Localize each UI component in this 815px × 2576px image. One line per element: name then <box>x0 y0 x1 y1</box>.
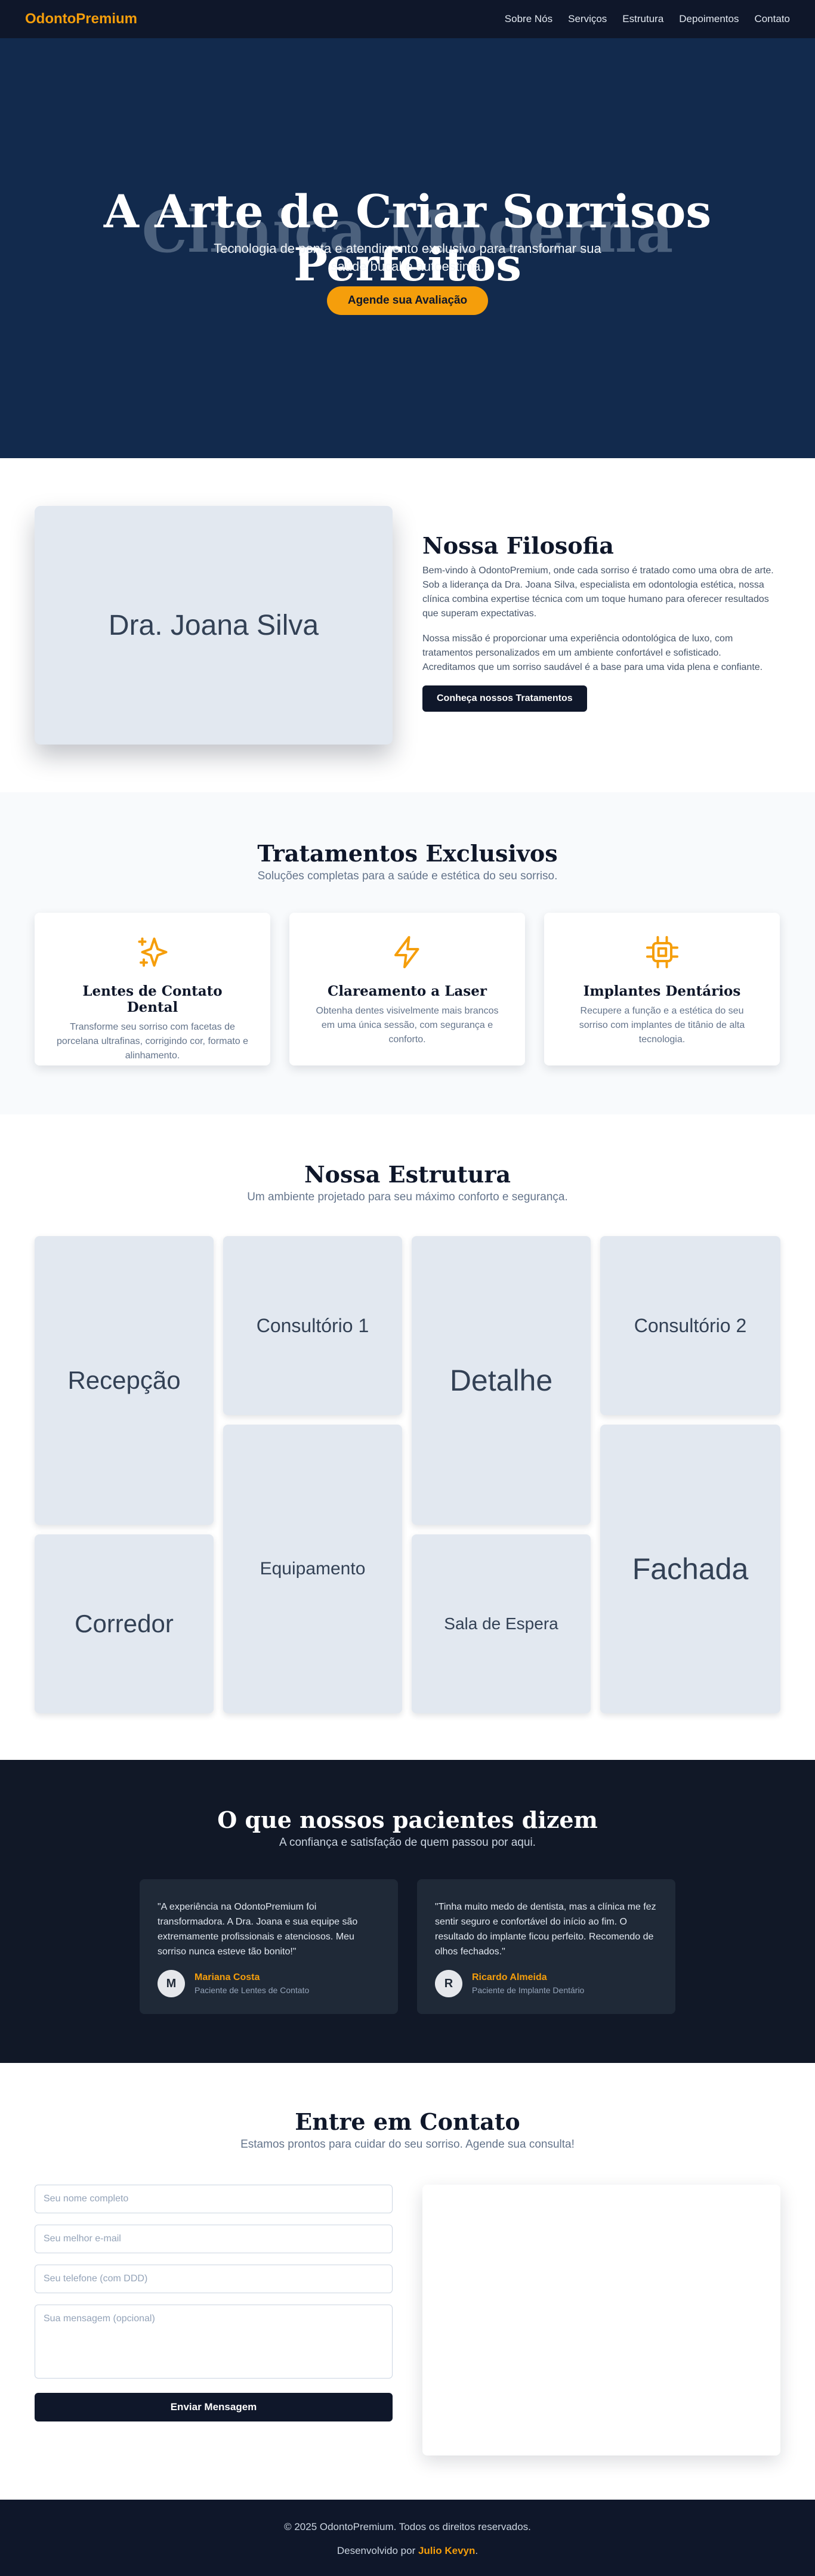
gallery-tile-facade[interactable]: Fachada <box>600 1425 780 1713</box>
treatments-subtitle: Soluções completas para a saúde e estéti… <box>257 870 558 882</box>
name-field[interactable] <box>35 2185 393 2213</box>
contact-title: Entre em Contato <box>295 2108 520 2135</box>
treatments-title: Tratamentos Exclusivos <box>257 840 558 867</box>
message-field[interactable] <box>35 2305 393 2379</box>
structure-subtitle: Um ambiente projetado para seu máximo co… <box>247 1191 568 1203</box>
chip-icon <box>646 936 678 968</box>
contact-subtitle: Estamos prontos para cuidar do seu sorri… <box>240 2138 575 2151</box>
about-paragraph-2: Nossa missão é proporcionar uma experiên… <box>422 634 763 672</box>
author-link[interactable]: Julio Kevyn <box>418 2545 475 2556</box>
doctor-photo-placeholder: Dra. Joana Silva <box>35 506 393 745</box>
nav-link-contato[interactable]: Contato <box>754 13 790 25</box>
treatments-button[interactable]: Conheça nossos Tratamentos <box>422 685 587 712</box>
testimonial-card: "A experiência na OdontoPremium foi tran… <box>140 1879 398 2014</box>
avatar: R <box>435 1970 462 1997</box>
author-role: Paciente de Implante Dentário <box>472 1985 585 1995</box>
structure-section: Nossa Estrutura Um ambiente projetado pa… <box>0 1114 815 1760</box>
nav-link-sobre[interactable]: Sobre Nós <box>505 13 552 25</box>
testimonial-quote: "A experiência na OdontoPremium foi tran… <box>158 1902 358 1957</box>
gallery-tile-waiting-room[interactable]: Sala de Espera <box>412 1534 591 1713</box>
treatment-card: Implantes Dentários Recupere a função e … <box>544 913 780 1065</box>
email-field[interactable] <box>35 2225 393 2253</box>
testimonials-section: O que nossos pacientes dizem A confiança… <box>0 1760 815 2063</box>
contact-section: Entre em Contato Estamos prontos para cu… <box>0 2063 815 2500</box>
author-role: Paciente de Lentes de Contato <box>195 1985 310 1995</box>
gallery-tile-office-2[interactable]: Consultório 2 <box>600 1236 780 1415</box>
top-navbar: OdontoPremium Sobre Nós Serviços Estrutu… <box>0 0 815 38</box>
author-name: Mariana Costa <box>195 1972 260 1982</box>
nav-links: Sobre Nós Serviços Estrutura Depoimentos… <box>505 13 790 25</box>
treatment-cards: Lentes de Contato Dental Transforme seu … <box>35 913 780 1065</box>
schedule-evaluation-button[interactable]: Agende sua Avaliação <box>327 286 488 315</box>
brand-logo[interactable]: OdontoPremium <box>25 11 137 27</box>
testimonial-author: R Ricardo Almeida Paciente de Implante D… <box>435 1970 657 1997</box>
testimonial-card: "Tinha muito medo de dentista, mas a clí… <box>417 1879 675 2014</box>
structure-title: Nossa Estrutura <box>304 1161 511 1188</box>
treatments-section: Tratamentos Exclusivos Soluções completa… <box>0 792 815 1114</box>
treatment-description: Recupere a função e a estética do seu so… <box>579 1006 745 1045</box>
treatment-card: Clareamento a Laser Obtenha dentes visiv… <box>289 913 525 1065</box>
map-panel[interactable] <box>422 2185 780 2455</box>
treatment-title: Implantes Dentários <box>583 983 741 999</box>
nav-link-estrutura[interactable]: Estrutura <box>622 13 663 25</box>
gallery-tile-office-1[interactable]: Consultório 1 <box>223 1236 402 1415</box>
nav-link-servicos[interactable]: Serviços <box>568 13 607 25</box>
gallery-tile-detail[interactable]: Detalhe <box>412 1236 591 1525</box>
sparkles-icon <box>138 937 167 967</box>
about-paragraph-1: Bem-vindo à OdontoPremium, onde cada sor… <box>422 566 774 619</box>
testimonial-quote: "Tinha muito medo de dentista, mas a clí… <box>435 1902 656 1957</box>
treatment-description: Transforme seu sorriso com facetas de po… <box>56 1022 249 1061</box>
about-title: Nossa Filosofia <box>422 532 614 559</box>
send-message-button[interactable]: Enviar Mensagem <box>35 2393 393 2421</box>
treatment-title: Lentes de Contato Dental <box>82 983 223 1015</box>
credit-suffix: . <box>475 2545 478 2556</box>
author-name: Ricardo Almeida <box>472 1972 547 1982</box>
gallery-tile-reception[interactable]: Recepção <box>35 1236 214 1525</box>
about-section: Dra. Joana Silva Nossa Filosofia Bem-vin… <box>0 458 815 792</box>
testimonial-author: M Mariana Costa Paciente de Lentes de Co… <box>158 1970 380 1997</box>
treatment-title: Clareamento a Laser <box>328 983 487 999</box>
phone-field[interactable] <box>35 2265 393 2293</box>
about-text: Nossa Filosofia Bem-vindo à OdontoPremiu… <box>422 532 774 712</box>
testimonials-title: O que nossos pacientes dizem <box>217 1806 598 1833</box>
gallery-tile-corridor[interactable]: Corredor <box>35 1534 214 1713</box>
footer: © 2025 OdontoPremium. Todos os direitos … <box>0 2500 815 2576</box>
treatment-description: Obtenha dentes visivelmente mais brancos… <box>316 1006 499 1045</box>
lightning-icon <box>394 936 419 968</box>
footer-credit: Desenvolvido por Julio Kevyn. <box>0 2545 815 2557</box>
treatment-card: Lentes de Contato Dental Transforme seu … <box>35 913 270 1065</box>
gallery-tile-equipment[interactable]: Equipamento <box>223 1425 402 1713</box>
avatar: M <box>158 1970 185 1997</box>
contact-form: Enviar Mensagem <box>35 2185 393 2421</box>
hero-subtitle: Tecnologia de ponta e atendimento exclus… <box>214 241 601 274</box>
hero-section: Clínica Moderna A Arte de Criar Sorrisos… <box>0 38 815 458</box>
footer-copyright: © 2025 OdontoPremium. Todos os direitos … <box>284 2521 531 2532</box>
credit-prefix: Desenvolvido por <box>337 2545 418 2556</box>
testimonials-subtitle: A confiança e satisfação de quem passou … <box>279 1836 536 1849</box>
nav-link-depoimentos[interactable]: Depoimentos <box>679 13 739 25</box>
